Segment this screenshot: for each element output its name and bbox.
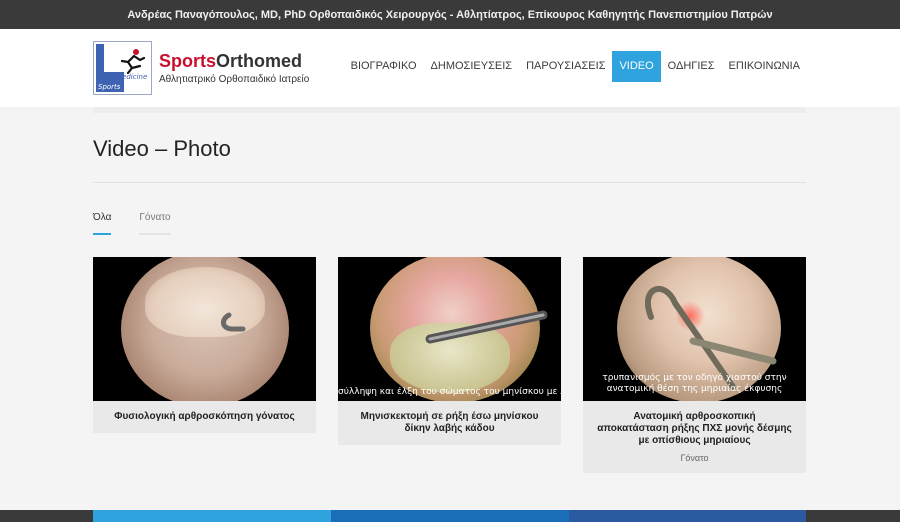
video-thumbnail[interactable]: τρυπανισμός με τον οδηγό χιαστού στην αν… <box>583 257 806 401</box>
nav-item-biography[interactable]: ΒΙΟΓΡΑΦΙΚΟ <box>344 51 424 82</box>
nav-item-instructions[interactable]: ΟΔΗΓΙΕΣ <box>661 51 722 82</box>
brand-part-orthomed: Orthomed <box>216 51 303 71</box>
nav-item-publications[interactable]: ΔΗΜΟΣΙΕΥΣΕΙΣ <box>424 51 520 82</box>
video-thumbnail[interactable] <box>93 257 316 401</box>
site-header: Medicine Sports SportsOrthomed Αθλητιατρ… <box>0 29 900 107</box>
footer-segment <box>93 510 331 522</box>
video-caption: σύλληψη και έλξη του σώματος του μηνίσκο… <box>338 387 561 397</box>
logo-medicine-text: Medicine <box>116 73 148 81</box>
footer-bar <box>0 510 900 522</box>
nav-item-presentations[interactable]: ΠΑΡΟΥΣΙΑΣΕΙΣ <box>519 51 612 82</box>
logo-text: SportsOrthomed Αθλητιατρικό Ορθοπαιδικό … <box>159 51 309 85</box>
nav-item-contact[interactable]: ΕΠΙΚΟΙΝΩΝΙΑ <box>722 51 807 82</box>
card-title[interactable]: Μηνισκεκτομή σε ρήξη έσω μηνίσκου δίκην … <box>338 401 561 445</box>
header-shadow-strip <box>93 107 806 113</box>
brand-part-sports: Sports <box>159 51 217 71</box>
probe-icon <box>221 312 246 332</box>
main-nav: ΒΙΟΓΡΑΦΙΚΟ ΔΗΜΟΣΙΕΥΣΕΙΣ ΠΑΡΟΥΣΙΑΣΕΙΣ VID… <box>344 51 807 82</box>
runner-icon <box>120 49 146 74</box>
video-thumbnail[interactable]: σύλληψη και έλξη του σώματος του μηνίσκο… <box>338 257 561 401</box>
title-divider <box>93 182 806 183</box>
video-caption: τρυπανισμός με τον οδηγό χιαστού στην αν… <box>602 373 787 394</box>
card-title[interactable]: Φυσιολογική αρθροσκόπηση γόνατος <box>93 401 316 433</box>
video-card[interactable]: τρυπανισμός με τον οδηγό χιαστού στην αν… <box>583 257 806 473</box>
filter-all[interactable]: Όλα <box>93 212 112 235</box>
top-bar-text: Ανδρέας Παναγόπουλος, MD, PhD Ορθοπαιδικ… <box>127 8 773 21</box>
logo-badge: Medicine Sports <box>93 41 152 95</box>
page-title: Video – Photo <box>93 136 231 161</box>
footer-segment <box>569 510 806 522</box>
site-logo[interactable]: Medicine Sports SportsOrthomed Αθλητιατρ… <box>93 41 315 95</box>
brand-tagline: Αθλητιατρικό Ορθοπαιδικό Ιατρείο <box>159 74 310 85</box>
brand-name: SportsOrthomed <box>159 51 309 71</box>
video-card[interactable]: Φυσιολογική αρθροσκόπηση γόνατος <box>93 257 316 433</box>
card-title[interactable]: Ανατομική αρθροσκοπική αποκατάσταση ρήξη… <box>583 401 806 457</box>
card-category[interactable]: Γόνατο <box>583 453 806 473</box>
nav-item-video[interactable]: VIDEO <box>612 51 661 82</box>
filter-knee[interactable]: Γόνατο <box>139 212 171 235</box>
video-card[interactable]: σύλληψη και έλξη του σώματος του μηνίσκο… <box>338 257 561 445</box>
top-bar: Ανδρέας Παναγόπουλος, MD, PhD Ορθοπαιδικ… <box>0 0 900 29</box>
logo-sports-text: Sports <box>98 83 121 91</box>
portfolio-filters: Όλα Γόνατο <box>93 212 171 235</box>
forceps-icon <box>425 310 548 344</box>
footer-segment <box>331 510 569 522</box>
